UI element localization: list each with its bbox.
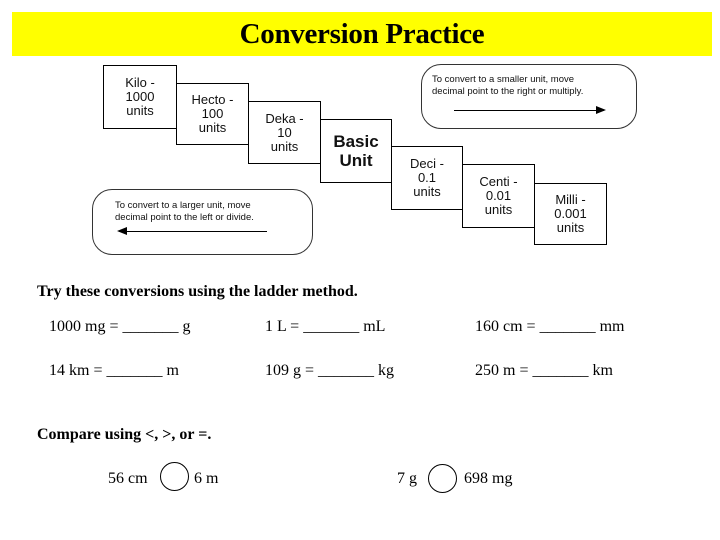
page-title: Conversion Practice (239, 17, 485, 50)
ladder-box-milli: Milli - 0.001 units (534, 183, 607, 245)
ladder-box-deka: Deka - 10 units (248, 101, 321, 164)
box-label: Centi - (479, 174, 518, 189)
note-line-1: To convert to a smaller unit, move (432, 74, 575, 85)
box-label: Basic (333, 132, 379, 151)
box-units: units (556, 220, 585, 235)
box-label: Deka - (265, 110, 304, 126)
note-line-2: decimal point to the left or divide. (115, 212, 254, 223)
box-value: 100 (201, 106, 224, 121)
box-label: Milli - (555, 192, 586, 207)
note-line-2: decimal point to the right or multiply. (432, 86, 584, 97)
compare-2-left: 7 g (397, 470, 417, 487)
box-label: Deci - (410, 156, 444, 171)
problem-4: 14 km = _______ m (49, 362, 179, 379)
problem-2: 1 L = _______ mL (265, 318, 386, 335)
ladder-box-deci: Deci - 0.1 units (391, 146, 463, 210)
ladder-box-hecto: Hecto - 100 units (176, 83, 249, 145)
practice-heading: Try these conversions using the ladder m… (37, 283, 358, 300)
compare-2-right: 698 mg (464, 470, 513, 487)
ladder-box-centi: Centi - 0.01 units (462, 164, 535, 228)
problem-3: 160 cm = _______ mm (475, 318, 625, 335)
box-value: 0.01 (485, 188, 512, 203)
box-label-2: Unit (339, 151, 373, 170)
box-units: units (198, 120, 227, 135)
compare-1-left: 56 cm (108, 470, 148, 487)
smaller-unit-note: To convert to a smaller unit, move decim… (421, 64, 637, 129)
arrow-left-icon (117, 227, 267, 235)
larger-unit-note: To convert to a larger unit, move decima… (92, 189, 313, 255)
box-units: units (126, 103, 154, 118)
box-units: units (413, 184, 441, 199)
compare-1-right: 6 m (194, 470, 219, 487)
compare-2-answer-circle[interactable] (428, 464, 457, 493)
box-value: 1000 (125, 89, 155, 104)
note-line-1: To convert to a larger unit, move (115, 200, 251, 211)
box-label: Kilo - (125, 75, 155, 90)
problem-1: 1000 mg = _______ g (49, 318, 191, 335)
box-value: 0.1 (417, 170, 437, 185)
ladder-box-kilo: Kilo - 1000 units (103, 65, 177, 129)
box-units: units (484, 202, 513, 217)
compare-1-answer-circle[interactable] (160, 462, 189, 491)
ladder-box-basic-unit: Basic Unit (320, 119, 392, 183)
box-value: 0.001 (554, 206, 587, 221)
problem-5: 109 g = _______ kg (265, 362, 395, 379)
title-banner: Conversion Practice (12, 12, 712, 56)
box-units: units (270, 138, 299, 154)
box-value: 10 (277, 124, 292, 140)
problem-6: 250 m = _______ km (475, 362, 613, 379)
box-label: Hecto - (191, 92, 234, 107)
compare-heading: Compare using <, >, or =. (37, 426, 212, 443)
arrow-right-icon (454, 106, 606, 114)
